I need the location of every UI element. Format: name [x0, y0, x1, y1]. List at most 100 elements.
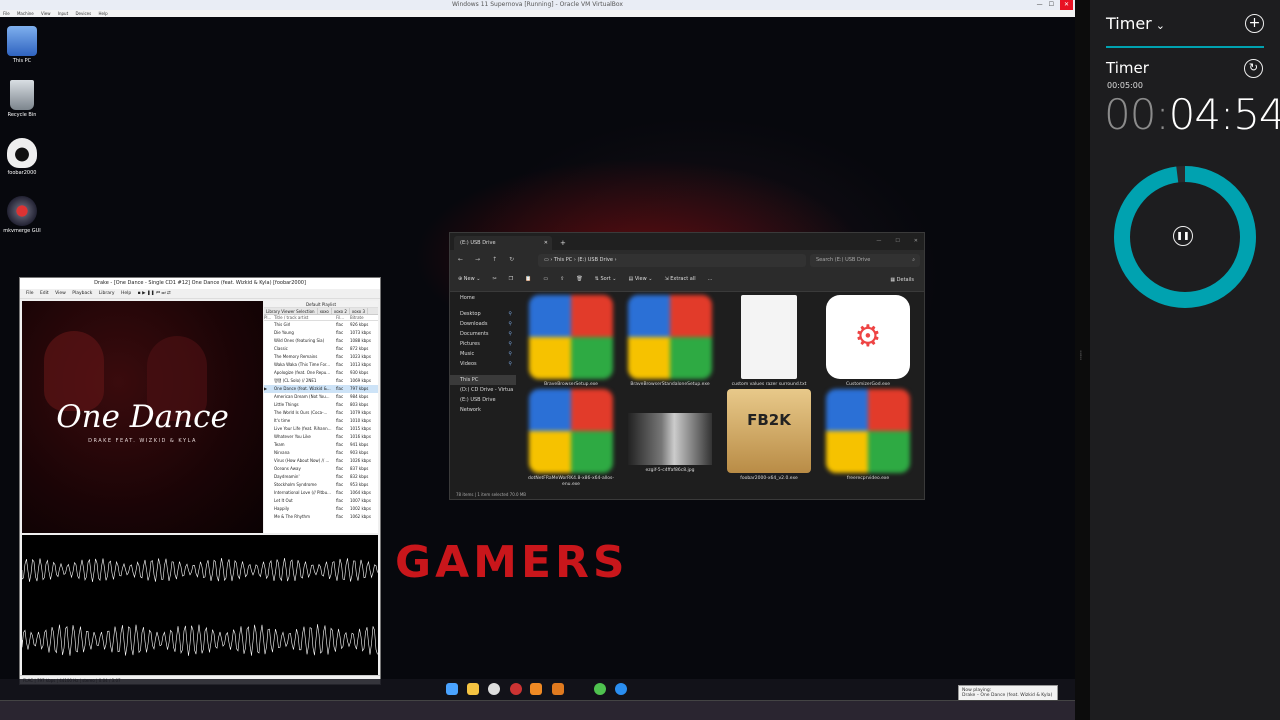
column-bitrate[interactable]: Bitrate — [350, 315, 378, 320]
up-arrow-icon[interactable]: ↑ — [492, 256, 497, 263]
playlist-row[interactable]: This Girl flac 926 kbps — [264, 321, 378, 329]
playlist-row[interactable]: Waka Waka (This Time For... flac 1013 kbps — [264, 361, 378, 369]
playlist-row[interactable]: 땡땡 (CL Solo) // 2NE1 flac 1069 kbps — [264, 377, 378, 385]
playlist-row[interactable]: Team flac 941 kbps — [264, 441, 378, 449]
column-title[interactable]: Title / track artist — [274, 315, 336, 320]
playlist-row[interactable]: The World Is Ours (Coca-... flac 1079 kbps — [264, 409, 378, 417]
file-tile[interactable]: BraveBrowserStandaloneSetup.exe — [621, 295, 719, 388]
vm-menu-help[interactable]: Help — [98, 11, 107, 16]
foobar-menu-view[interactable]: View — [55, 291, 66, 296]
vlc-taskbar-icon[interactable] — [530, 683, 542, 695]
vm-menu-devices[interactable]: Devices — [75, 11, 91, 16]
nav-item[interactable]: (D:) CD Drive - Virtua — [450, 385, 516, 395]
search-input[interactable]: Search (E:) USB Drive ⌕ — [810, 254, 920, 267]
reset-icon[interactable]: ↻ — [1244, 59, 1263, 78]
copy-icon[interactable]: ❐ — [509, 276, 513, 282]
breadcrumb-this-pc[interactable]: This PC — [554, 257, 572, 263]
playlist-row[interactable]: Stockholm Syndrome flac 953 kbps — [264, 481, 378, 489]
close-icon[interactable]: ✕ — [1059, 0, 1073, 10]
details-button[interactable]: ▦ Details — [890, 277, 914, 283]
foobar-menu-edit[interactable]: Edit — [40, 291, 49, 296]
tab-xoxo[interactable]: xoxo — [318, 308, 332, 314]
minimize-icon[interactable]: — — [1037, 0, 1043, 10]
mkvmerge-taskbar-icon[interactable] — [510, 683, 522, 695]
playback-controls[interactable]: ▪ ▶ ❚❚ ⏮ ⏭ ⇄ — [138, 291, 171, 296]
nav-item[interactable]: Documents ⚲ — [450, 329, 516, 339]
app-taskbar-icon[interactable] — [615, 683, 627, 695]
file-tile[interactable]: ezgif-5-c4ffaf86c8.jpg — [621, 389, 719, 474]
nav-item[interactable]: (E:) USB Drive — [450, 395, 516, 405]
playlist-row[interactable]: Wild Ones (featuring Sia) flac 1088 kbps — [264, 337, 378, 345]
nav-item[interactable]: This PC — [450, 375, 516, 385]
view-button[interactable]: ▤ View ⌄ — [629, 276, 653, 282]
file-explorer-icon[interactable] — [467, 683, 479, 695]
delete-icon[interactable]: 🗑 — [576, 276, 582, 282]
foobar-menu-library[interactable]: Library — [99, 291, 115, 296]
foobar-taskbar-icon[interactable] — [488, 683, 500, 695]
playlist-row[interactable]: Daydreamin' flac 832 kbps — [264, 473, 378, 481]
playlist-row[interactable]: Happily flac 1002 kbps — [264, 505, 378, 513]
close-tab-icon[interactable]: ✕ — [544, 236, 548, 250]
foobar-menu-playback[interactable]: Playback — [72, 291, 92, 296]
drag-handle-icon[interactable]: ⋮ ⋮ — [1078, 351, 1084, 361]
file-tile[interactable]: custom values razer surround.txt — [720, 295, 818, 388]
more-options-button[interactable]: ... — [708, 276, 713, 282]
new-button[interactable]: ⊕ New ⌄ — [458, 276, 480, 282]
app-taskbar-icon[interactable] — [552, 683, 564, 695]
playlist-row[interactable]: It's time flac 1010 kbps — [264, 417, 378, 425]
add-icon[interactable]: + — [1245, 14, 1264, 33]
playlist-row[interactable]: International Love (// Pitbu... flac 1064 … — [264, 489, 378, 497]
file-tile[interactable]: BraveBrowserSetup.exe — [522, 295, 620, 388]
file-tile[interactable]: FB2K foobar2000-x64_v2.0.exe — [720, 389, 818, 482]
vm-menu-view[interactable]: View — [41, 11, 51, 16]
desktop-icon-mkvmerge[interactable]: mkvmerge GUI — [2, 196, 42, 234]
paste-icon[interactable]: 📋 — [525, 276, 531, 282]
maximize-icon[interactable]: ☐ — [895, 236, 899, 246]
vm-menu-machine[interactable]: Machine — [17, 11, 34, 16]
close-icon[interactable]: ✕ — [914, 236, 918, 246]
playlist-row[interactable]: Live Your Life (feat. Rihann... flac 1015 … — [264, 425, 378, 433]
vm-menu-input[interactable]: Input — [58, 11, 68, 16]
desktop-icon-foobar2000[interactable]: foobar2000 — [2, 138, 42, 176]
file-tile[interactable]: ⚙ CustomizerGod.exe — [819, 295, 917, 388]
sort-button[interactable]: ⇅ Sort ⌄ — [595, 276, 617, 282]
rename-icon[interactable]: ▭ — [543, 276, 548, 282]
nav-item[interactable]: Pictures ⚲ — [450, 339, 516, 349]
app-taskbar-icon[interactable] — [594, 683, 606, 695]
playlist-row[interactable]: Little Things flac 803 kbps — [264, 401, 378, 409]
playlist-row[interactable]: Virus (How About Now) // ... flac 1026 kbp… — [264, 457, 378, 465]
playlist-row[interactable]: Whatever You Like flac 1016 kbps — [264, 433, 378, 441]
desktop-icon-this-pc[interactable]: This PC — [2, 26, 42, 64]
back-arrow-icon[interactable]: ← — [458, 256, 463, 263]
snap-divider[interactable]: ⋮ ⋮ — [1075, 0, 1090, 720]
column-format[interactable]: Fil... — [336, 315, 350, 320]
playlist-row[interactable]: Classic flac 872 kbps — [264, 345, 378, 353]
playlist-row[interactable]: American Dream (Not You... flac 984 kbps — [264, 393, 378, 401]
file-tile[interactable]: freerecprvideo.exe — [819, 389, 917, 482]
pause-icon[interactable]: ❚❚ — [1173, 226, 1193, 246]
share-icon[interactable]: ⇪ — [560, 276, 564, 282]
tab-library-viewer[interactable]: Library Viewer Selection — [264, 308, 318, 314]
playlist-row[interactable]: Oceans Away flac 837 kbps — [264, 465, 378, 473]
desktop-icon-recycle-bin[interactable]: Recycle Bin — [2, 80, 42, 118]
file-tile[interactable]: dotNetFRaMeWorRK4.8-x86-x64-allos-enu.ex… — [522, 389, 620, 488]
start-icon[interactable] — [446, 683, 458, 695]
playlist-row[interactable]: Die Young flac 1073 kbps — [264, 329, 378, 337]
nav-item[interactable]: Desktop ⚲ — [450, 309, 516, 319]
playlist-row[interactable]: Me & The Rhythm flac 1062 kbps — [264, 513, 378, 521]
playlist-row[interactable]: Let It Out flac 1007 kbps — [264, 497, 378, 505]
vm-title-bar[interactable]: Windows 11 Supernova [Running] - Oracle … — [0, 0, 1075, 10]
extract-all-button[interactable]: ⇲ Extract all — [664, 276, 695, 282]
breadcrumb-usb-drive[interactable]: (E:) USB Drive — [577, 257, 613, 263]
foobar-title-bar[interactable]: Drake - [One Dance - Single CD1 #12] One… — [20, 278, 380, 289]
nav-item[interactable]: Downloads ⚲ — [450, 319, 516, 329]
nav-item[interactable]: Network — [450, 405, 516, 415]
timer-header[interactable]: Timer ⌄ — [1106, 14, 1165, 33]
column-pl[interactable]: Pl... — [264, 315, 274, 320]
foobar-menu-help[interactable]: Help — [121, 291, 131, 296]
nav-item[interactable]: Music ⚲ — [450, 349, 516, 359]
playlist-row[interactable]: Nirvana flac 903 kbps — [264, 449, 378, 457]
minimize-icon[interactable]: — — [876, 236, 881, 246]
address-bar[interactable]: ▭ › This PC › (E:) USB Drive › — [538, 254, 806, 267]
cut-icon[interactable]: ✂ — [492, 276, 496, 282]
